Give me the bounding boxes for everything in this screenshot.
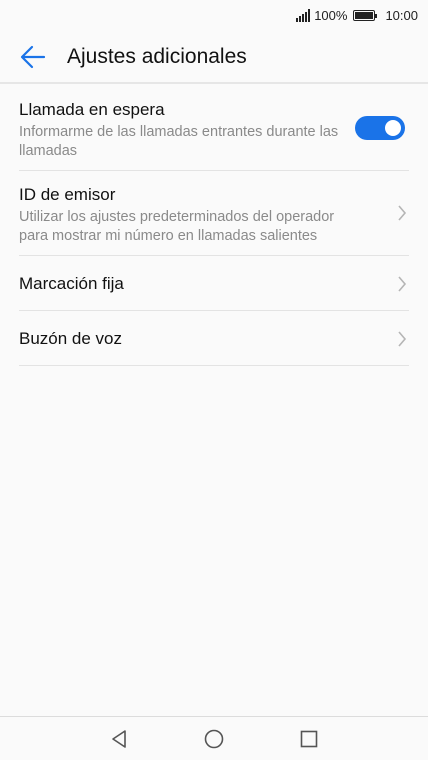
chevron-right-icon — [397, 205, 407, 221]
battery-percentage: 100% — [314, 7, 348, 23]
setting-fixed-dialing[interactable]: Marcación fija — [19, 256, 409, 311]
arrow-left-icon[interactable] — [20, 44, 46, 70]
setting-subtitle: Utilizar los ajustes predeterminados del… — [19, 209, 335, 244]
app-bar: Ajustes adicionales — [0, 30, 428, 84]
square-recents-icon[interactable] — [298, 728, 320, 750]
setting-title: Marcación fija — [19, 274, 124, 293]
chevron-right-icon — [397, 276, 407, 292]
setting-voicemail[interactable]: Buzón de voz — [19, 311, 409, 366]
status-indicators: 100% 10:00 — [296, 6, 418, 24]
status-bar: 100% 10:00 — [0, 0, 428, 30]
circle-home-icon[interactable] — [203, 728, 225, 750]
signal-icon — [296, 8, 311, 22]
chevron-right-icon — [397, 331, 407, 347]
setting-title: Buzón de voz — [19, 329, 123, 348]
setting-title: ID de emisor — [19, 185, 116, 204]
toggle-knob — [385, 120, 401, 136]
call-waiting-toggle[interactable] — [355, 116, 405, 140]
navigation-bar — [0, 716, 428, 760]
battery-icon — [353, 9, 378, 21]
setting-title: Llamada en espera — [19, 100, 165, 119]
triangle-back-icon[interactable] — [108, 728, 130, 750]
settings-list: Llamada en espera Informarme de las llam… — [0, 86, 428, 366]
setting-subtitle: Informarme de las llamadas entrantes dur… — [19, 124, 339, 159]
setting-caller-id[interactable]: ID de emisor Utilizar los ajustes predet… — [19, 171, 409, 256]
page-title: Ajustes adicionales — [67, 45, 247, 68]
setting-call-waiting[interactable]: Llamada en espera Informarme de las llam… — [19, 86, 409, 171]
clock: 10:00 — [385, 7, 418, 23]
